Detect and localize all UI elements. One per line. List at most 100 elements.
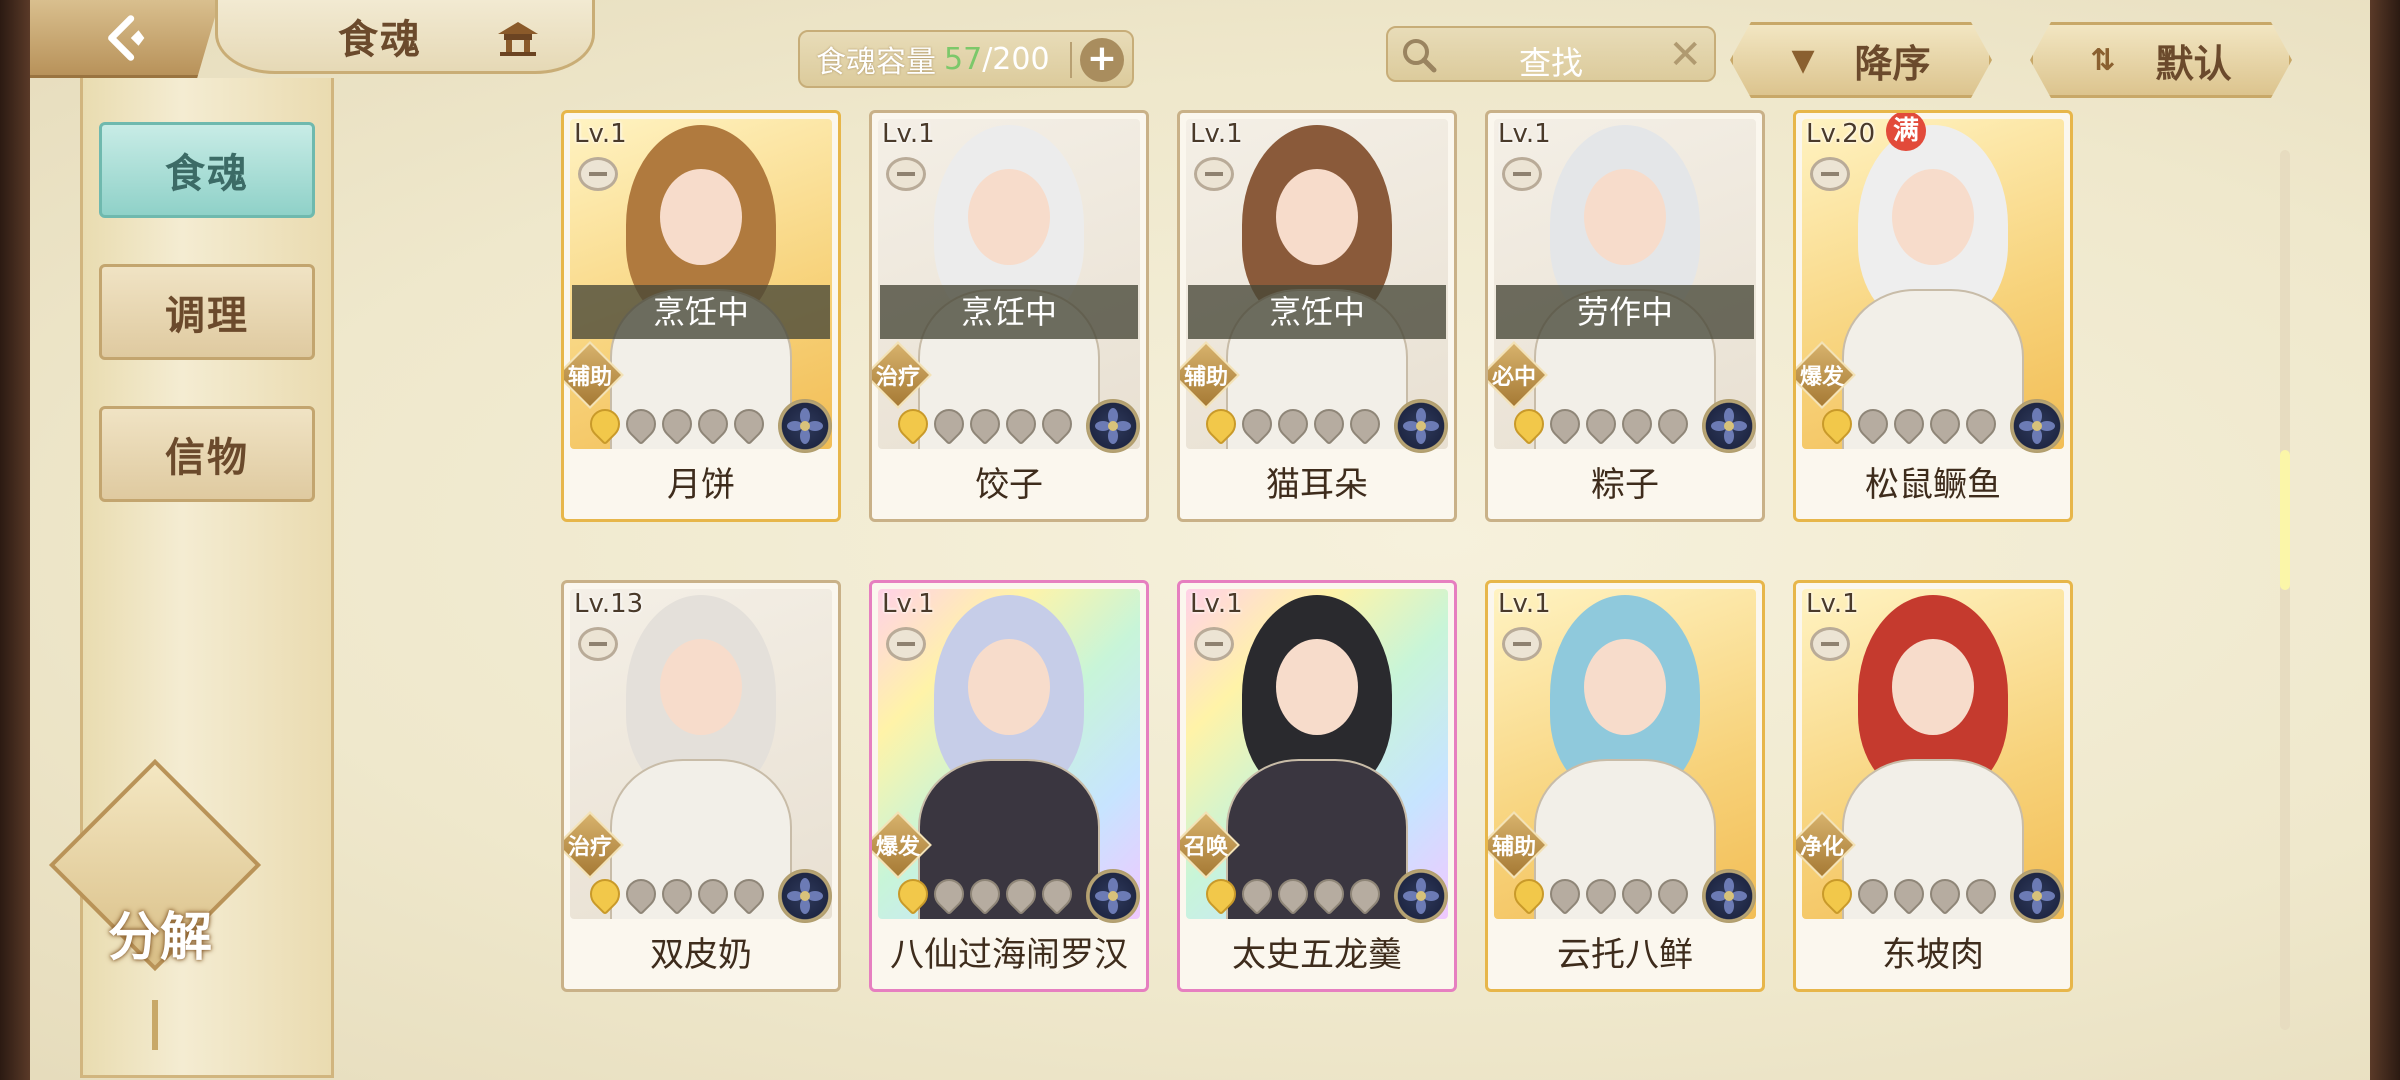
flame-star-icon: [655, 872, 699, 916]
flame-star-icon: [655, 402, 699, 446]
star-rating: [1199, 402, 1387, 446]
food-soul-card[interactable]: Lv.20 满爆发 松鼠鳜鱼: [1793, 110, 2073, 522]
flame-star-icon: [927, 402, 971, 446]
flame-star-icon: [583, 872, 627, 916]
flame-star-icon: [1615, 872, 1659, 916]
flame-star-icon: [1035, 872, 1079, 916]
food-soul-card[interactable]: Lv.1 烹饪中 治疗 饺子: [869, 110, 1149, 522]
triangle-down-icon: ▼: [1791, 42, 1815, 78]
star-rating: [583, 402, 771, 446]
flame-star-icon: [1887, 872, 1931, 916]
sort-order-label: 降序: [1854, 41, 1931, 86]
flower-emblem-icon: [1702, 399, 1756, 453]
flame-star-icon: [1307, 872, 1351, 916]
back-button[interactable]: [30, 0, 220, 78]
card-name: 粽子: [1591, 465, 1659, 505]
scrollbar-thumb[interactable]: [2280, 450, 2290, 590]
star-rating: [1507, 402, 1695, 446]
flame-star-icon: [691, 872, 735, 916]
flame-star-icon: [1307, 402, 1351, 446]
star-rating: [891, 872, 1079, 916]
capacity-max: /200: [982, 41, 1050, 77]
capacity-label: 食魂容量: [816, 45, 936, 80]
flame-star-icon: [727, 872, 771, 916]
search-input[interactable]: 查找: [1448, 38, 1654, 84]
sidebar-item-conditioning[interactable]: 调理: [99, 264, 315, 360]
food-soul-card[interactable]: Lv.1 净化 东坡肉: [1793, 580, 2073, 992]
bowl-icon: [1502, 157, 1542, 191]
food-soul-card[interactable]: Lv.1 烹饪中 辅助 月饼: [561, 110, 841, 522]
flame-star-icon: [1199, 872, 1243, 916]
flame-star-icon: [927, 872, 971, 916]
sidebar-item-tokens[interactable]: 信物: [99, 406, 315, 502]
flame-star-icon: [963, 872, 1007, 916]
role-badge: 爆发: [872, 811, 932, 879]
role-badge: 净化: [1796, 811, 1856, 879]
flame-star-icon: [1271, 402, 1315, 446]
star-rating: [583, 872, 771, 916]
capacity-display: 食魂容量 57 /200 +: [798, 30, 1134, 88]
card-level: Lv.13: [574, 589, 644, 619]
flame-star-icon: [1235, 402, 1279, 446]
card-level: Lv.1: [1498, 119, 1551, 149]
pavilion-icon[interactable]: [494, 18, 542, 58]
sort-mode-label: 默认: [2155, 41, 2232, 86]
role-label: 辅助: [1183, 365, 1228, 390]
food-soul-card[interactable]: Lv.1 烹饪中 辅助 猫耳朵: [1177, 110, 1457, 522]
flame-star-icon: [963, 402, 1007, 446]
flame-star-icon: [691, 402, 735, 446]
bowl-icon: [886, 157, 926, 191]
card-name: 太史五龙羹: [1232, 935, 1402, 975]
sidebar-item-food-souls[interactable]: 食魂: [99, 122, 315, 218]
status-banner: 烹饪中: [572, 285, 830, 339]
flower-emblem-icon: [1086, 869, 1140, 923]
card-level: Lv.1: [1498, 589, 1551, 619]
flower-emblem-icon: [2010, 399, 2064, 453]
clear-search-icon[interactable]: ✕: [1668, 32, 1702, 78]
top-bar: 食魂 食魂容量 57 /200 + 查找 ✕ ▼ 降序 ⇅ 默认: [30, 0, 2370, 98]
flame-star-icon: [1959, 402, 2003, 446]
card-name: 猫耳朵: [1266, 465, 1368, 505]
role-badge: 辅助: [1180, 341, 1240, 409]
role-label: 必中: [1491, 365, 1536, 390]
food-soul-card[interactable]: Lv.1 劳作中必中粽子: [1485, 110, 1765, 522]
flame-star-icon: [1579, 402, 1623, 446]
search-box[interactable]: 查找 ✕: [1386, 26, 1716, 82]
bowl-icon: [1194, 627, 1234, 661]
food-soul-card[interactable]: Lv.13 治疗双皮奶: [561, 580, 841, 992]
food-soul-card[interactable]: Lv.1 辅助 云托八鲜: [1485, 580, 1765, 992]
card-name: 双皮奶: [650, 935, 752, 975]
sort-mode-button[interactable]: ⇅ 默认: [2030, 22, 2292, 98]
search-icon: [1403, 39, 1437, 73]
flame-star-icon: [619, 872, 663, 916]
capacity-current: 57: [944, 41, 983, 77]
role-badge: 召唤: [1180, 811, 1240, 879]
role-badge: 治疗: [872, 341, 932, 409]
flame-star-icon: [1507, 402, 1551, 446]
add-capacity-button[interactable]: +: [1080, 38, 1124, 82]
food-soul-card[interactable]: Lv.1 爆发 八仙过海闹罗汉: [869, 580, 1149, 992]
capacity-divider: [1070, 42, 1072, 78]
flame-star-icon: [1651, 402, 1695, 446]
status-banner: 劳作中: [1496, 285, 1754, 339]
decompose-label[interactable]: 分解: [90, 895, 230, 970]
role-label: 辅助: [567, 365, 612, 390]
bowl-icon: [1502, 627, 1542, 661]
flame-star-icon: [619, 402, 663, 446]
scrollbar[interactable]: [2280, 150, 2290, 1030]
flame-star-icon: [1543, 872, 1587, 916]
bowl-icon: [1810, 627, 1850, 661]
sidebar-item-label: 食魂: [165, 150, 249, 197]
star-rating: [1815, 402, 2003, 446]
role-label: 治疗: [567, 835, 612, 860]
sort-order-button[interactable]: ▼ 降序: [1730, 22, 1992, 98]
frame-left: [0, 0, 30, 1080]
food-soul-card[interactable]: Lv.1 召唤 太史五龙羹: [1177, 580, 1457, 992]
star-rating: [891, 402, 1079, 446]
bowl-icon: [578, 157, 618, 191]
role-badge: 辅助: [1488, 811, 1548, 879]
role-badge: 爆发: [1796, 341, 1856, 409]
flame-star-icon: [1343, 402, 1387, 446]
card-level: Lv.1: [882, 589, 935, 619]
card-name: 松鼠鳜鱼: [1865, 465, 2001, 505]
